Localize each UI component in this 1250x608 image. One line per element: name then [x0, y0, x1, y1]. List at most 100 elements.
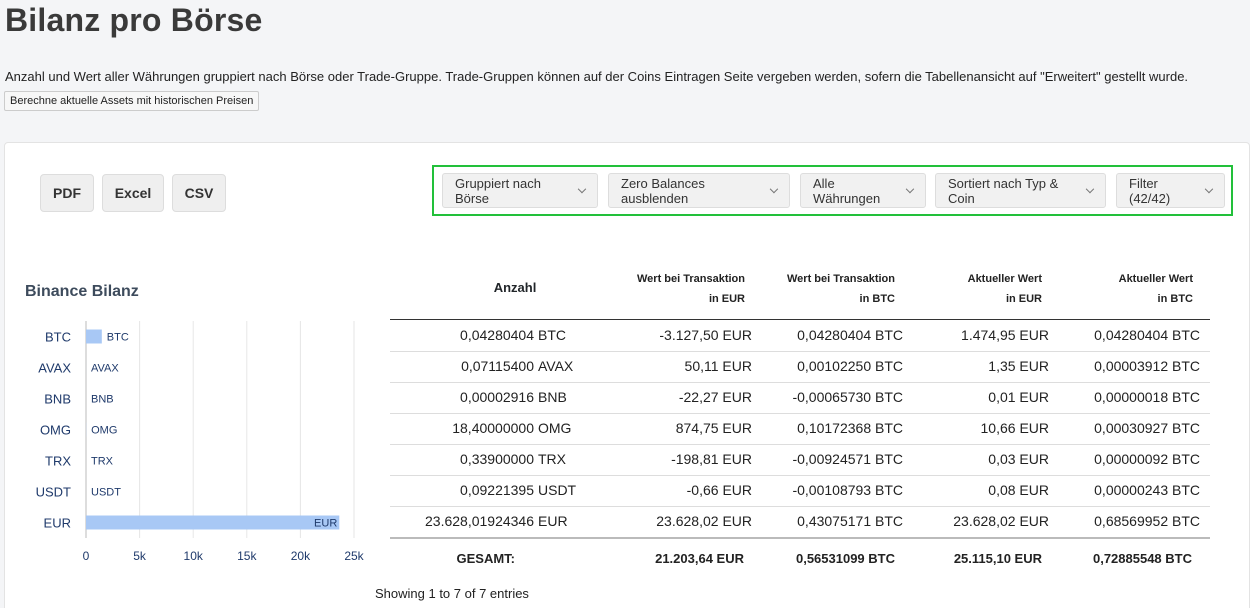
zero-balances-label: Zero Balances ausblenden — [621, 175, 705, 206]
row-divider — [390, 444, 1210, 445]
chevron-down-icon — [1086, 184, 1095, 193]
header-cur-eur-1: Aktueller Wert — [967, 273, 1042, 285]
cell-coin: AVAX — [538, 358, 574, 374]
header-tx-eur-2: in EUR — [708, 293, 745, 305]
balance-bar-chart: 0 5k 10k 15k 20k 25k BTC BTC AVAX AVAX BNB BNB OMG OM… — [36, 321, 365, 563]
bar-label: OMG — [91, 425, 117, 437]
cell-tx-eur: -22,27 EUR — [678, 389, 752, 405]
cell-coin: TRX — [538, 451, 566, 467]
group-by-label: Gruppiert nach Börse — [455, 175, 541, 206]
cell-tx-eur: 874,75 EUR — [675, 420, 752, 436]
header-anzahl: Anzahl — [493, 280, 537, 295]
total-label: GESAMT: — [456, 551, 516, 566]
cell-cur-btc: 0,00000092 BTC — [1094, 451, 1200, 467]
x-tick-label: 10k — [184, 549, 204, 563]
page-description: Anzahl und Wert aller Währungen gruppier… — [5, 69, 1189, 84]
cell-cur-btc: 0,04280404 BTC — [1094, 327, 1200, 343]
y-category-label: BNB — [44, 392, 71, 407]
cell-coin: USDT — [538, 482, 577, 498]
bar-label: EUR — [314, 518, 337, 530]
cell-cur-eur: 10,66 EUR — [980, 420, 1049, 436]
zero-balances-dropdown[interactable]: Zero Balances ausblenden — [608, 173, 790, 208]
y-category-label: USDT — [36, 485, 71, 500]
x-tick-label: 25k — [344, 549, 364, 563]
cell-cur-btc: 0,00000018 BTC — [1094, 389, 1200, 405]
bar-label: BTC — [107, 332, 129, 344]
currencies-label: Alle Währungen — [813, 175, 881, 206]
y-category-label: BTC — [45, 330, 71, 345]
cell-coin: BNB — [538, 389, 567, 405]
y-category-label: OMG — [40, 423, 71, 438]
header-cur-btc-2: in BTC — [1157, 293, 1193, 305]
cell-amount: 0,09221395 — [460, 482, 534, 498]
chevron-down-icon — [1204, 184, 1214, 193]
cell-cur-eur: 0,03 EUR — [988, 451, 1049, 467]
cell-amount: 0,33900000 — [460, 451, 534, 467]
bar-btc — [86, 329, 102, 344]
x-tick-label: 5k — [133, 549, 147, 563]
cell-coin: EUR — [538, 513, 568, 529]
chevron-down-icon — [770, 184, 779, 193]
cell-cur-eur: 1.474,95 EUR — [961, 327, 1049, 343]
cell-amount: 0,00002916 — [460, 389, 534, 405]
cell-tx-eur: -0,66 EUR — [686, 482, 752, 498]
total-cur-btc: 0,72885548 BTC — [1092, 551, 1192, 566]
filter-dropdown[interactable]: Filter (42/42) — [1116, 173, 1225, 208]
y-category-label: EUR — [44, 516, 71, 531]
cell-cur-eur: 23.628,02 EUR — [953, 513, 1049, 529]
table-info: Showing 1 to 7 of 7 entries — [375, 586, 529, 601]
x-tick-label: 15k — [237, 549, 257, 563]
x-tick-label: 20k — [291, 549, 311, 563]
total-cur-eur: 25.115,10 EUR — [953, 551, 1042, 566]
y-category-label: AVAX — [38, 361, 71, 376]
group-by-dropdown[interactable]: Gruppiert nach Börse — [442, 173, 598, 208]
bar-label: TRX — [91, 456, 114, 468]
total-tx-eur: 21.203,64 EUR — [655, 551, 744, 566]
cell-amount: 18,40000000 — [452, 420, 534, 436]
cell-amount: 0,04280404 — [460, 327, 534, 343]
sort-label: Sortiert nach Typ & Coin — [948, 175, 1059, 206]
row-divider — [390, 506, 1210, 507]
total-tx-btc: 0,56531099 BTC — [795, 551, 895, 566]
row-divider — [390, 382, 1210, 383]
cell-tx-btc: 0,04280404 BTC — [797, 327, 903, 343]
cell-amount: 23.628,01924346 — [425, 513, 534, 529]
chevron-down-icon — [905, 184, 915, 193]
calc-historical-button[interactable]: Berechne aktuelle Assets mit historische… — [4, 91, 260, 111]
row-divider — [390, 413, 1210, 414]
header-tx-btc-2: in BTC — [859, 293, 895, 305]
cell-coin: OMG — [538, 420, 572, 436]
y-category-label: TRX — [45, 454, 71, 469]
cell-cur-btc: 0,00003912 BTC — [1094, 358, 1200, 374]
currencies-dropdown[interactable]: Alle Währungen — [800, 173, 926, 208]
cell-cur-btc: 0,68569952 BTC — [1094, 513, 1200, 529]
cell-cur-btc: 0,00000243 BTC — [1094, 482, 1200, 498]
cell-tx-btc: -0,00924571 BTC — [792, 451, 903, 467]
header-divider — [390, 319, 1210, 320]
page-title: Bilanz pro Börse — [5, 2, 263, 38]
cell-coin: BTC — [538, 327, 566, 343]
export-pdf-button[interactable]: PDF — [40, 174, 94, 212]
chart-title: Binance Bilanz — [25, 283, 139, 300]
row-divider — [390, 351, 1210, 352]
bar-label: AVAX — [91, 363, 119, 375]
export-csv-button[interactable]: CSV — [172, 174, 226, 212]
cell-tx-btc: -0,00065730 BTC — [792, 389, 903, 405]
cell-tx-eur: -198,81 EUR — [671, 451, 752, 467]
bar-label: BNB — [91, 394, 114, 406]
cell-cur-eur: 0,01 EUR — [988, 389, 1049, 405]
bar-eur — [86, 515, 340, 530]
export-excel-button[interactable]: Excel — [102, 174, 164, 212]
row-divider — [390, 475, 1210, 476]
cell-tx-eur: 23.628,02 EUR — [656, 513, 752, 529]
header-cur-btc-1: Aktueller Wert — [1118, 273, 1193, 285]
sort-dropdown[interactable]: Sortiert nach Typ & Coin — [935, 173, 1106, 208]
cell-tx-eur: 50,11 EUR — [684, 358, 752, 374]
cell-cur-btc: 0,00030927 BTC — [1094, 420, 1200, 436]
header-tx-eur-1: Wert bei Transaktion — [637, 273, 745, 285]
bar-label: USDT — [91, 487, 121, 499]
chevron-down-icon — [577, 184, 587, 193]
header-tx-btc-1: Wert bei Transaktion — [787, 273, 895, 285]
header-cur-eur-2: in EUR — [1005, 293, 1042, 305]
cell-cur-eur: 0,08 EUR — [988, 482, 1049, 498]
